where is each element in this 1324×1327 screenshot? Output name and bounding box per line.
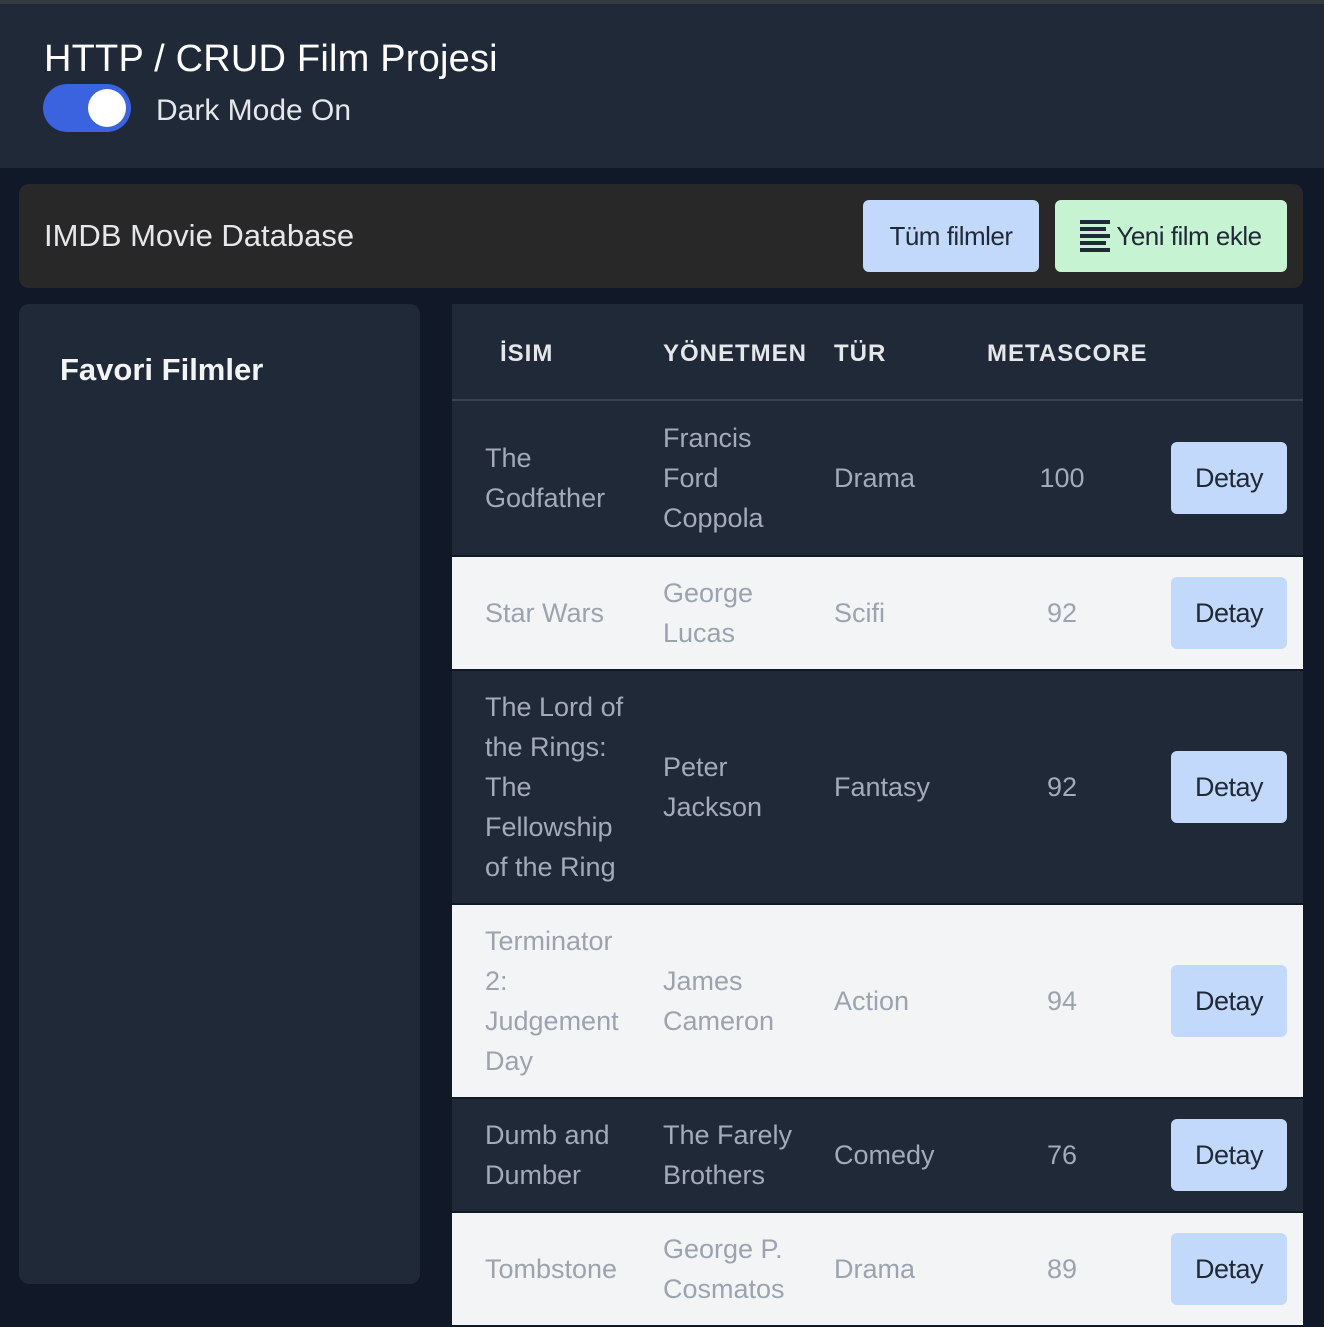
table-row: Dumb and Dumber The Farely Brothers Come… xyxy=(452,1099,1303,1213)
detail-button[interactable]: Detay xyxy=(1171,1119,1287,1191)
navbar: IMDB Movie Database Tüm filmler Yeni fil… xyxy=(19,184,1303,288)
cell-director: Peter Jackson xyxy=(663,752,763,822)
cell-metascore: 76 xyxy=(1046,1140,1078,1170)
cell-metascore: 92 xyxy=(1046,598,1078,628)
dark-mode-label: Dark Mode On xyxy=(156,94,352,127)
header-director: YÖNETMEN xyxy=(663,340,808,367)
cell-director: Francis Ford Coppola xyxy=(663,423,764,533)
table-row: Terminator 2: Judgement Day James Camero… xyxy=(452,905,1303,1099)
detail-button[interactable]: Detay xyxy=(1171,1233,1287,1305)
cell-genre: Scifi xyxy=(834,598,886,628)
cell-name: The Lord of the Rings: The Fellowship of… xyxy=(485,692,624,882)
app-title: HTTP / CRUD Film Projesi xyxy=(44,38,498,80)
cell-name: Tombstone xyxy=(485,1254,618,1284)
detail-button[interactable]: Detay xyxy=(1171,442,1287,514)
cell-genre: Drama xyxy=(834,1254,916,1284)
add-movie-label: Yeni film ekle xyxy=(1116,220,1262,251)
cell-name: Star Wars xyxy=(485,598,605,628)
list-icon xyxy=(1080,219,1111,253)
all-movies-button[interactable]: Tüm filmler xyxy=(863,200,1039,272)
cell-director: George P. Cosmatos xyxy=(663,1234,785,1304)
cell-genre: Action xyxy=(834,986,910,1016)
cell-genre: Fantasy xyxy=(834,772,931,802)
table-row: Star Wars George Lucas Scifi 92 Detay xyxy=(452,557,1303,671)
detail-button[interactable]: Detay xyxy=(1171,965,1287,1037)
add-movie-button[interactable]: Yeni film ekle xyxy=(1055,200,1287,272)
cell-metascore: 100 xyxy=(1039,463,1085,493)
header-name: İSIM xyxy=(500,340,554,367)
table-row: The Godfather Francis Ford Coppola Drama… xyxy=(452,401,1303,557)
cell-name: Terminator 2: Judgement Day xyxy=(485,926,619,1076)
detail-button[interactable]: Detay xyxy=(1171,577,1287,649)
table-header: İSIM YÖNETMEN TÜR METASCORE xyxy=(452,304,1303,401)
header-genre: TÜR xyxy=(834,340,887,367)
header-metascore: METASCORE xyxy=(987,340,1148,367)
movies-table: İSIM YÖNETMEN TÜR METASCORE The Godfathe… xyxy=(452,304,1303,1327)
table-row: Tombstone George P. Cosmatos Drama 89 De… xyxy=(452,1213,1303,1327)
cell-genre: Comedy xyxy=(834,1140,935,1170)
all-movies-label: Tüm filmler xyxy=(889,220,1013,251)
cell-metascore: 89 xyxy=(1046,1254,1078,1284)
detail-button[interactable]: Detay xyxy=(1171,751,1287,823)
cell-name: Dumb and Dumber xyxy=(485,1120,610,1190)
toggle-knob xyxy=(88,89,126,127)
cell-metascore: 92 xyxy=(1046,772,1078,802)
navbar-title: IMDB Movie Database xyxy=(44,218,355,253)
table-row: The Lord of the Rings: The Fellowship of… xyxy=(452,671,1303,905)
cell-metascore: 94 xyxy=(1046,986,1078,1016)
cell-name: The Godfather xyxy=(485,443,606,513)
favorites-title: Favori Filmler xyxy=(60,352,264,387)
favorites-sidebar: Favori Filmler xyxy=(19,304,420,1284)
cell-director: James Cameron xyxy=(663,966,775,1036)
dark-mode-toggle[interactable] xyxy=(43,84,131,132)
cell-director: The Farely Brothers xyxy=(663,1120,793,1190)
cell-director: George Lucas xyxy=(663,578,754,648)
cell-genre: Drama xyxy=(834,463,916,493)
app-header: HTTP / CRUD Film Projesi Dark Mode On xyxy=(0,4,1324,168)
